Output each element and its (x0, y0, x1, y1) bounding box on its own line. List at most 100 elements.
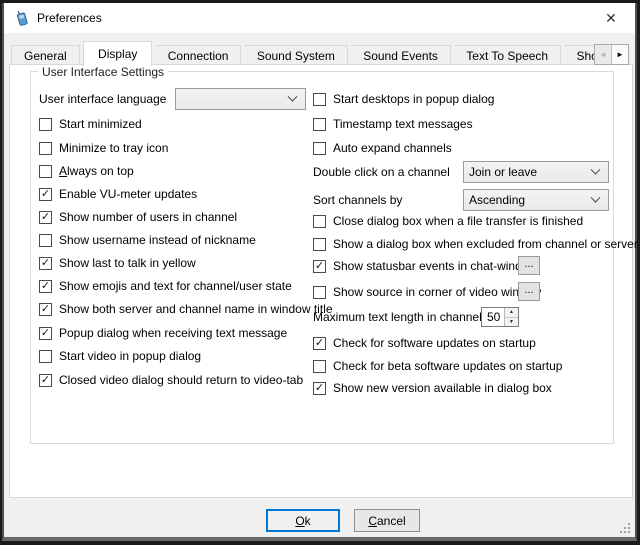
checkbox-box: ✓ (39, 374, 52, 387)
checkbox-always-on-top[interactable]: Always on top (39, 162, 134, 180)
checkbox-start-minimized[interactable]: Start minimized (39, 115, 142, 133)
checkbox-label: Show both server and channel name in win… (59, 302, 333, 316)
checkbox-show-server-and-channel[interactable]: ✓ Show both server and channel name in w… (39, 300, 333, 318)
checkbox-box: ✓ (39, 257, 52, 270)
checkbox-label: Check for beta software updates on start… (333, 359, 562, 373)
checkbox-close-dialog-file-transfer[interactable]: Close dialog box when a file transfer is… (313, 212, 583, 230)
display-tab-pane: User Interface Settings User interface l… (9, 64, 633, 498)
checkbox-check-updates[interactable]: ✓ Check for software updates on startup (313, 334, 536, 352)
checkbox-box: ✓ (39, 280, 52, 293)
checkbox-box (39, 142, 52, 155)
checkbox-label: Enable VU-meter updates (59, 187, 197, 201)
statusbar-events-more-button[interactable]: ... (518, 256, 540, 275)
tab-general[interactable]: General (11, 45, 80, 66)
tab-scroll-right-icon[interactable]: ► (612, 45, 628, 64)
checkbox-label: Show username instead of nickname (59, 233, 256, 247)
max-text-length-label: Maximum text length in channel list (313, 310, 500, 324)
checkbox-box: ✓ (313, 382, 326, 395)
tab-text-to-speech[interactable]: Text To Speech (454, 45, 561, 66)
ok-button[interactable]: Ok (266, 509, 340, 532)
max-text-length-value: 50 (482, 308, 504, 326)
sort-channels-label-row: Sort channels by (313, 191, 402, 209)
spinner-buttons: ▲ ▼ (504, 308, 518, 326)
group-user-interface-settings: User Interface Settings User interface l… (30, 71, 614, 444)
checkbox-label: Popup dialog when receiving text message (59, 326, 287, 340)
window-title: Preferences (37, 11, 102, 25)
checkbox-dialog-when-excluded[interactable]: Show a dialog box when excluded from cha… (313, 235, 638, 253)
app-icon (13, 10, 29, 26)
tab-sound-system[interactable]: Sound System (245, 45, 348, 66)
checkbox-label: Check for software updates on startup (333, 336, 536, 350)
checkbox-label: Show last to talk in yellow (59, 256, 196, 270)
checkbox-label: Start desktops in popup dialog (333, 92, 494, 106)
checkbox-label: Auto expand channels (333, 141, 452, 155)
checkbox-show-emojis[interactable]: ✓ Show emojis and text for channel/user … (39, 277, 292, 295)
checkbox-label: Show statusbar events in chat-window (333, 259, 537, 273)
checkbox-start-video-popup[interactable]: Start video in popup dialog (39, 347, 201, 365)
checkbox-box (313, 142, 326, 155)
spin-up-icon[interactable]: ▲ (505, 308, 518, 318)
sort-channels-combobox-value: Ascending (464, 193, 592, 207)
checkbox-label: Start minimized (59, 117, 142, 131)
checkbox-show-username[interactable]: Show username instead of nickname (39, 231, 256, 249)
chevron-down-icon (591, 164, 601, 174)
sort-channels-label: Sort channels by (313, 193, 402, 207)
group-title: User Interface Settings (38, 65, 168, 79)
checkbox-auto-expand-channels[interactable]: Auto expand channels (313, 139, 452, 157)
checkbox-box (39, 234, 52, 247)
language-combobox[interactable] (175, 88, 306, 110)
checkbox-statusbar-events[interactable]: ✓ Show statusbar events in chat-window (313, 257, 537, 275)
show-source-more-button[interactable]: ... (518, 282, 540, 301)
checkbox-label: Always on top (59, 164, 134, 178)
checkbox-label: Show number of users in channel (59, 210, 237, 224)
checkbox-label: Minimize to tray icon (59, 141, 168, 155)
double-click-label-row: Double click on a channel (313, 163, 450, 181)
double-click-combobox[interactable]: Join or leave (463, 161, 609, 183)
checkbox-box (313, 360, 326, 373)
tab-scroll-buttons: ◄ ► (594, 44, 629, 65)
tab-connection[interactable]: Connection (156, 45, 242, 66)
checkbox-closed-video-return[interactable]: ✓ Closed video dialog should return to v… (39, 371, 303, 389)
checkbox-box (313, 118, 326, 131)
sort-channels-combobox[interactable]: Ascending (463, 189, 609, 211)
checkbox-box (39, 118, 52, 131)
title-bar[interactable]: Preferences ✕ (4, 3, 635, 33)
checkbox-label: Timestamp text messages (333, 117, 473, 131)
language-label-row: User interface language (39, 90, 166, 108)
language-label: User interface language (39, 92, 166, 106)
checkbox-show-last-to-talk[interactable]: ✓ Show last to talk in yellow (39, 254, 196, 272)
checkbox-start-desktops-popup[interactable]: Start desktops in popup dialog (313, 90, 494, 108)
checkbox-check-beta-updates[interactable]: Check for beta software updates on start… (313, 357, 562, 375)
checkbox-popup-dialog-text-message[interactable]: ✓ Popup dialog when receiving text messa… (39, 324, 287, 342)
checkbox-label: Show emojis and text for channel/user st… (59, 279, 292, 293)
tab-scroll-left-icon: ◄ (595, 45, 612, 64)
close-icon[interactable]: ✕ (592, 3, 630, 33)
checkbox-timestamp-messages[interactable]: Timestamp text messages (313, 115, 473, 133)
chevron-down-icon (288, 91, 298, 101)
checkbox-box: ✓ (39, 303, 52, 316)
max-text-length-label-row: Maximum text length in channel list (313, 308, 500, 326)
max-text-length-spinner[interactable]: 50 ▲ ▼ (481, 307, 519, 327)
spin-down-icon[interactable]: ▼ (505, 318, 518, 327)
checkbox-show-new-version[interactable]: ✓ Show new version available in dialog b… (313, 379, 552, 397)
tab-display[interactable]: Display (83, 41, 152, 66)
checkbox-show-number-of-users[interactable]: ✓ Show number of users in channel (39, 208, 237, 226)
tab-sound-events[interactable]: Sound Events (351, 45, 451, 66)
checkbox-box (313, 215, 326, 228)
checkbox-label: Start video in popup dialog (59, 349, 201, 363)
checkbox-label: Show source in corner of video window (333, 285, 541, 299)
checkbox-enable-vu-meter[interactable]: ✓ Enable VU-meter updates (39, 185, 197, 203)
checkbox-minimize-to-tray[interactable]: Minimize to tray icon (39, 139, 168, 157)
checkbox-box: ✓ (39, 188, 52, 201)
chevron-down-icon (591, 192, 601, 202)
resize-grip[interactable] (618, 521, 631, 534)
checkbox-box: ✓ (39, 211, 52, 224)
checkbox-show-source-video[interactable]: Show source in corner of video window (313, 283, 541, 301)
checkbox-box: ✓ (313, 260, 326, 273)
checkbox-box (39, 350, 52, 363)
tab-shortcuts[interactable]: Shortcuts (564, 45, 597, 66)
checkbox-box: ✓ (39, 327, 52, 340)
cancel-button[interactable]: Cancel (354, 509, 420, 532)
checkbox-label: Close dialog box when a file transfer is… (333, 214, 583, 228)
checkbox-box (313, 238, 326, 251)
